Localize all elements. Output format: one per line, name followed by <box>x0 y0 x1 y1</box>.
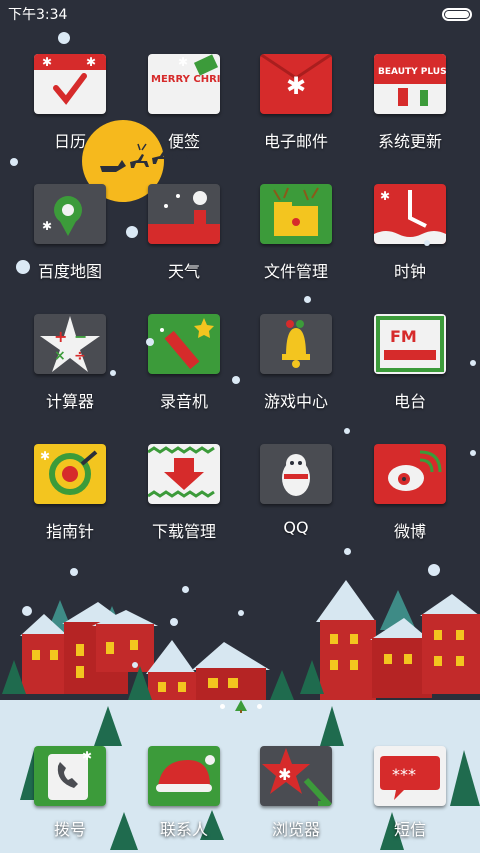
app-label: 电子邮件 <box>263 132 328 151</box>
svg-text:✱: ✱ <box>42 55 52 69</box>
app-label: 短信 <box>393 820 426 839</box>
app-baidu-map[interactable]: ✱ 百度地图 <box>10 184 130 294</box>
battery-icon <box>442 7 472 21</box>
contacts-icon <box>148 746 220 806</box>
app-system-update[interactable]: BEAUTY PLUS 系统更新 <box>350 54 470 164</box>
status-bar: 下午3:34 <box>0 0 480 28</box>
clock-icon: ✱ <box>374 184 446 244</box>
app-label: 联系人 <box>159 820 208 839</box>
weather-icon <box>148 184 220 244</box>
qq-icon <box>260 444 332 504</box>
app-label: QQ <box>283 518 309 537</box>
svg-text:MERRY CHRISTMAX: MERRY CHRISTMAX <box>151 74 220 85</box>
app-qq[interactable]: QQ <box>236 444 356 554</box>
svg-text:✱: ✱ <box>40 449 50 463</box>
app-radio[interactable]: FM 电台 <box>350 314 470 424</box>
svg-text:***: *** <box>392 765 416 784</box>
radio-icon: FM <box>374 314 446 374</box>
app-label: 录音机 <box>159 392 208 411</box>
weibo-icon <box>374 444 446 504</box>
sms-icon: *** <box>374 746 446 806</box>
app-recorder[interactable]: 录音机 <box>124 314 244 424</box>
svg-text:✱: ✱ <box>42 219 52 233</box>
app-label: 日历 <box>53 132 86 151</box>
app-label: 天气 <box>167 262 200 281</box>
app-label: 拨号 <box>53 820 86 839</box>
app-download-manager[interactable]: 下载管理 <box>124 444 244 554</box>
notes-icon: MERRY CHRISTMAX ✱ <box>148 54 220 114</box>
app-calculator[interactable]: + − × ÷ 计算器 <box>10 314 130 424</box>
dock: ✱ 拨号 联系人 ✱ 浏览器 *** 短信 <box>0 740 480 853</box>
calendar-icon: ✱ ✱ <box>34 54 106 114</box>
dock-browser[interactable]: ✱ 浏览器 <box>236 746 356 853</box>
system-update-icon: BEAUTY PLUS <box>374 54 446 114</box>
app-weibo[interactable]: 微博 <box>350 444 470 554</box>
app-label: 计算器 <box>45 392 94 411</box>
app-label: 文件管理 <box>263 262 328 281</box>
app-label: 时钟 <box>393 262 426 281</box>
app-file-manager[interactable]: 文件管理 <box>236 184 356 294</box>
svg-text:BEAUTY PLUS: BEAUTY PLUS <box>378 67 446 77</box>
dock-sms[interactable]: *** 短信 <box>350 746 470 853</box>
christmas-tree-icon <box>235 700 247 713</box>
svg-text:✱: ✱ <box>82 749 92 763</box>
svg-text:✱: ✱ <box>286 72 306 100</box>
app-label: 下载管理 <box>151 522 216 541</box>
game-center-icon <box>260 314 332 374</box>
app-notes[interactable]: MERRY CHRISTMAX ✱ 便签 <box>124 54 244 164</box>
recorder-icon <box>148 314 220 374</box>
page-indicator[interactable] <box>220 700 262 713</box>
app-email[interactable]: ✱ 电子邮件 <box>236 54 356 164</box>
app-label: 浏览器 <box>271 820 320 839</box>
app-label: 百度地图 <box>37 262 102 281</box>
dock-phone[interactable]: ✱ 拨号 <box>10 746 130 853</box>
svg-text:✱: ✱ <box>86 55 96 69</box>
app-calendar[interactable]: ✱ ✱ 日历 <box>10 54 130 164</box>
page-dot <box>220 703 225 709</box>
svg-text:−: − <box>74 327 87 346</box>
browser-icon: ✱ <box>260 746 332 806</box>
page-dot <box>257 703 262 709</box>
calculator-icon: + − × ÷ <box>34 314 106 374</box>
app-clock[interactable]: ✱ 时钟 <box>350 184 470 294</box>
compass-icon: ✱ <box>34 444 106 504</box>
svg-text:✱: ✱ <box>278 765 291 784</box>
phone-icon: ✱ <box>34 746 106 806</box>
svg-text:FM: FM <box>390 327 417 346</box>
app-label: 游戏中心 <box>263 392 328 411</box>
app-compass[interactable]: ✱ 指南针 <box>10 444 130 554</box>
svg-text:+: + <box>54 327 67 346</box>
mail-icon: ✱ <box>260 54 332 114</box>
app-weather[interactable]: 天气 <box>124 184 244 294</box>
folder-icon <box>260 184 332 244</box>
app-label: 指南针 <box>45 522 94 541</box>
download-icon <box>148 444 220 504</box>
svg-text:×: × <box>54 348 66 364</box>
svg-text:✱: ✱ <box>380 189 390 203</box>
app-label: 便签 <box>167 132 200 151</box>
app-label: 微博 <box>393 522 426 541</box>
app-label: 电台 <box>393 392 426 411</box>
app-label: 系统更新 <box>377 132 442 151</box>
svg-text:÷: ÷ <box>74 348 86 364</box>
status-time: 下午3:34 <box>8 7 68 23</box>
app-game-center[interactable]: 游戏中心 <box>236 314 356 424</box>
dock-contacts[interactable]: 联系人 <box>124 746 244 853</box>
map-icon: ✱ <box>34 184 106 244</box>
svg-text:✱: ✱ <box>178 55 188 69</box>
